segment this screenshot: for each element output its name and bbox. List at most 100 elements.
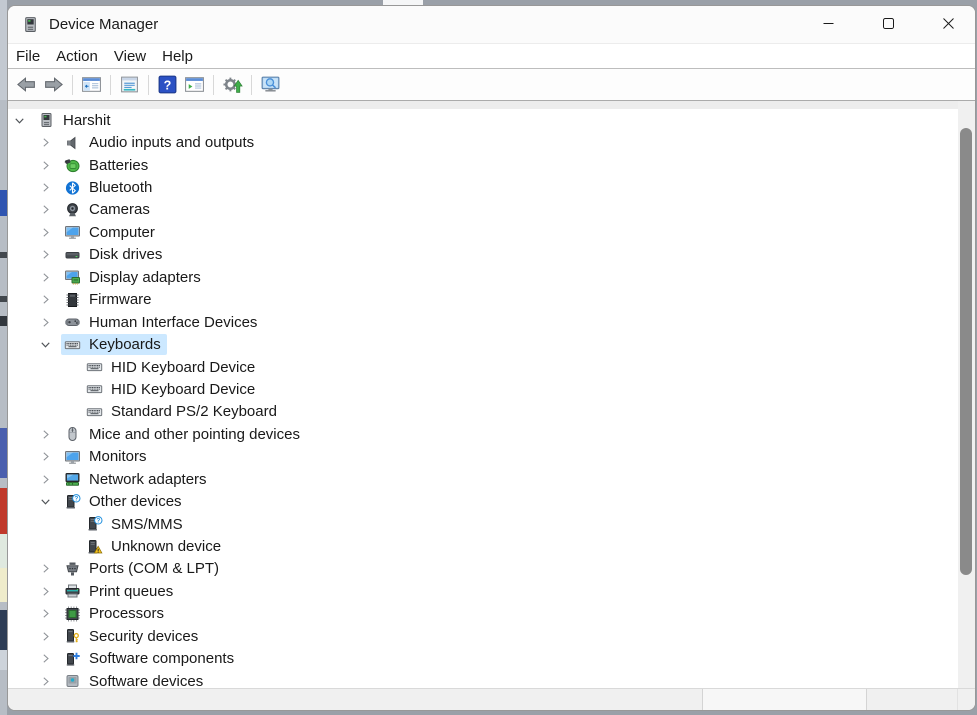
- tree-item-content[interactable]: Mice and other pointing devices: [61, 424, 306, 445]
- forward-button[interactable]: [40, 72, 67, 98]
- chevron-right-icon[interactable]: [36, 606, 55, 622]
- tree-item[interactable]: HID Keyboard Device: [8, 378, 975, 400]
- tree-item[interactable]: Audio inputs and outputs: [8, 131, 975, 153]
- tree-item-content[interactable]: Print queues: [61, 581, 179, 602]
- tree-item[interactable]: Software components: [8, 648, 975, 670]
- tree-item-content[interactable]: Standard PS/2 Keyboard: [83, 401, 283, 422]
- chevron-right-icon[interactable]: [36, 651, 55, 667]
- close-button[interactable]: [925, 6, 971, 43]
- chevron-right-icon[interactable]: [36, 561, 55, 577]
- tree-item-content[interactable]: HID Keyboard Device: [83, 379, 261, 400]
- tree-item[interactable]: HID Keyboard Device: [8, 356, 975, 378]
- back-button[interactable]: [13, 72, 40, 98]
- show-console-tree-button[interactable]: [78, 72, 105, 98]
- chevron-down-icon[interactable]: [10, 112, 29, 128]
- tree-item[interactable]: Display adapters: [8, 266, 975, 288]
- show-action-pane-button[interactable]: [181, 72, 208, 98]
- tree-item[interactable]: Print queues: [8, 580, 975, 602]
- tree-item-label: Software components: [89, 650, 234, 667]
- tree-item-content[interactable]: Monitors: [61, 446, 153, 467]
- tree-item-content[interactable]: Batteries: [61, 155, 154, 176]
- chevron-right-icon[interactable]: [36, 583, 55, 599]
- tree-item-content[interactable]: Firmware: [61, 289, 158, 310]
- tree-item[interactable]: Software devices: [8, 670, 975, 688]
- chevron-right-icon[interactable]: [36, 224, 55, 240]
- tree-item[interactable]: Harshit: [8, 109, 975, 131]
- tree-item[interactable]: Mice and other pointing devices: [8, 423, 975, 445]
- device-manager-window: Device Manager FileActionViewHelp ? Hars…: [7, 5, 976, 711]
- menu-help[interactable]: Help: [154, 46, 201, 67]
- tree-item[interactable]: Keyboards: [8, 333, 975, 355]
- chevron-down-icon[interactable]: [36, 337, 55, 353]
- scan-hardware-changes-button[interactable]: [219, 72, 246, 98]
- menu-action[interactable]: Action: [48, 46, 106, 67]
- tree-item-content[interactable]: Software devices: [61, 671, 209, 688]
- tree-item[interactable]: ?Other devices: [8, 490, 975, 512]
- tree-item-content[interactable]: Software components: [61, 648, 240, 669]
- chevron-right-icon[interactable]: [36, 180, 55, 196]
- chevron-right-icon[interactable]: [36, 135, 55, 151]
- tree-item-label: Keyboards: [89, 336, 161, 353]
- chevron-right-icon[interactable]: [36, 628, 55, 644]
- tree-item-content[interactable]: Computer: [61, 222, 161, 243]
- horizontal-scrollbar[interactable]: [8, 688, 975, 710]
- chevron-right-icon[interactable]: [36, 202, 55, 218]
- menu-bar: FileActionViewHelp: [8, 44, 975, 69]
- tree-item-content[interactable]: Human Interface Devices: [61, 312, 263, 333]
- tree-item-content[interactable]: Bluetooth: [61, 177, 158, 198]
- chevron-right-icon[interactable]: [36, 247, 55, 263]
- remote-computer-button[interactable]: [257, 72, 284, 98]
- tree-item[interactable]: Processors: [8, 603, 975, 625]
- tree-item-content[interactable]: Harshit: [35, 110, 117, 131]
- chevron-right-icon[interactable]: [36, 673, 55, 688]
- tree-item-content[interactable]: Display adapters: [61, 267, 207, 288]
- menu-view[interactable]: View: [106, 46, 154, 67]
- tree-item[interactable]: ?SMS/MMS: [8, 513, 975, 535]
- tree-item[interactable]: Bluetooth: [8, 176, 975, 198]
- tree-item[interactable]: Network adapters: [8, 468, 975, 490]
- maximize-button[interactable]: [865, 6, 911, 43]
- bluetooth-icon: [64, 180, 81, 196]
- chevron-spacer: [58, 359, 77, 375]
- tree-item-content[interactable]: Disk drives: [61, 244, 168, 265]
- tree-item[interactable]: Human Interface Devices: [8, 311, 975, 333]
- tree-item-content[interactable]: Unknown device: [83, 536, 227, 557]
- tree-item[interactable]: Ports (COM & LPT): [8, 558, 975, 580]
- tree-item[interactable]: Cameras: [8, 199, 975, 221]
- tree-item-content[interactable]: Security devices: [61, 626, 204, 647]
- vertical-scrollbar-thumb[interactable]: [960, 128, 972, 575]
- tree-item-content-selected[interactable]: Keyboards: [61, 334, 167, 355]
- chevron-right-icon[interactable]: [36, 269, 55, 285]
- tree-item[interactable]: Unknown device: [8, 535, 975, 557]
- tree-item-content[interactable]: Ports (COM & LPT): [61, 558, 225, 579]
- tree-item-content[interactable]: Processors: [61, 603, 170, 624]
- tree-item[interactable]: Monitors: [8, 446, 975, 468]
- horizontal-scrollbar-thumb[interactable]: [702, 689, 867, 710]
- tree-item[interactable]: Disk drives: [8, 244, 975, 266]
- tree-item-label: Disk drives: [89, 246, 162, 263]
- tree-item-content[interactable]: ?Other devices: [61, 491, 188, 512]
- chevron-right-icon[interactable]: [36, 314, 55, 330]
- vertical-scrollbar[interactable]: [958, 101, 975, 688]
- tree-item[interactable]: Standard PS/2 Keyboard: [8, 401, 975, 423]
- tree-item-content[interactable]: Audio inputs and outputs: [61, 132, 260, 153]
- tree-item-content[interactable]: HID Keyboard Device: [83, 357, 261, 378]
- battery-icon: [64, 157, 81, 173]
- tree-item-content[interactable]: Cameras: [61, 199, 156, 220]
- menu-file[interactable]: File: [8, 46, 48, 67]
- chevron-right-icon[interactable]: [36, 292, 55, 308]
- chevron-right-icon[interactable]: [36, 471, 55, 487]
- chevron-right-icon[interactable]: [36, 426, 55, 442]
- chevron-down-icon[interactable]: [36, 494, 55, 510]
- tree-item[interactable]: Firmware: [8, 289, 975, 311]
- help-button[interactable]: ?: [154, 72, 181, 98]
- chevron-right-icon[interactable]: [36, 157, 55, 173]
- tree-item[interactable]: Computer: [8, 221, 975, 243]
- tree-item-content[interactable]: ?SMS/MMS: [83, 514, 189, 535]
- chevron-right-icon[interactable]: [36, 449, 55, 465]
- minimize-button[interactable]: [805, 6, 851, 43]
- tree-item[interactable]: Security devices: [8, 625, 975, 647]
- properties-button[interactable]: [116, 72, 143, 98]
- tree-item-content[interactable]: Network adapters: [61, 469, 213, 490]
- tree-item[interactable]: Batteries: [8, 154, 975, 176]
